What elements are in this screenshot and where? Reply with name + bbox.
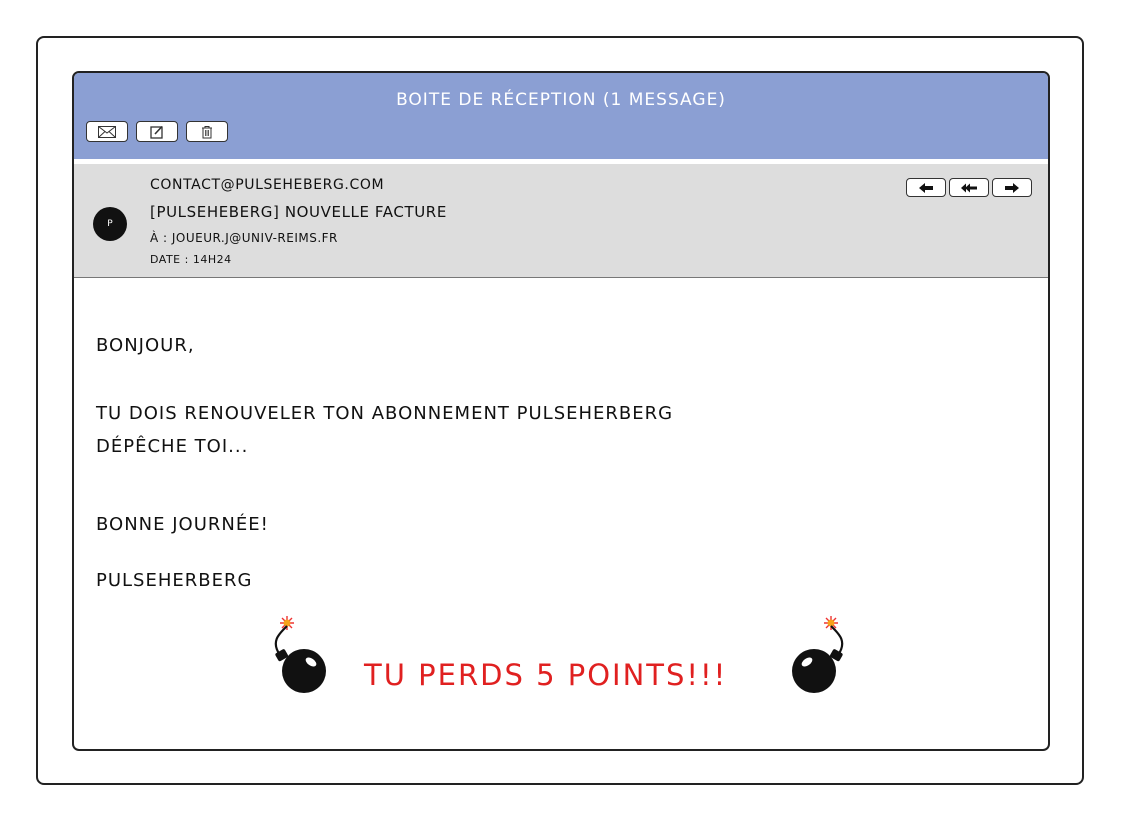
- compose-icon: [150, 125, 163, 139]
- sender-address: contact@pulseheberg.com: [150, 177, 385, 193]
- forward-icon: [1005, 182, 1019, 193]
- recipient-line: À : joueur.j@univ-reims.fr: [150, 231, 338, 245]
- date-line: Date : 14h24: [150, 253, 232, 266]
- penalty-message: Tu perds 5 points!!!: [364, 658, 728, 692]
- bomb-icon: [792, 616, 844, 693]
- bomb-icon: [274, 616, 326, 693]
- trash-icon: [202, 125, 212, 138]
- mailbox-title: Boite de réception (1 message): [396, 90, 726, 110]
- body-line-1: Tu dois renouveler ton abonnement Pulseh…: [96, 403, 674, 424]
- mail-window: Boite de réception (1 message): [72, 71, 1050, 751]
- delete-button[interactable]: [186, 121, 228, 142]
- greeting: Bonjour,: [96, 335, 195, 356]
- envelope-icon: [98, 125, 116, 138]
- title-bar: Boite de réception (1 message): [74, 73, 1048, 164]
- reply-icon: [919, 182, 933, 193]
- message-header: P contact@pulseheberg.com [Pulseheberg] …: [74, 164, 1048, 278]
- reply-actions: [906, 178, 1032, 197]
- toolbar: [86, 121, 228, 142]
- new-mail-button[interactable]: [86, 121, 128, 142]
- compose-button[interactable]: [136, 121, 178, 142]
- closing: Bonne journée!: [96, 514, 269, 535]
- forward-button[interactable]: [992, 178, 1032, 197]
- reply-button[interactable]: [906, 178, 946, 197]
- reply-all-icon: [961, 183, 977, 192]
- reply-all-button[interactable]: [949, 178, 989, 197]
- signature: Pulseherberg: [96, 570, 253, 591]
- body-line-2: Dépêche toi...: [96, 436, 249, 457]
- avatar: P: [93, 207, 127, 241]
- message-subject: [Pulseheberg] Nouvelle Facture: [150, 203, 447, 221]
